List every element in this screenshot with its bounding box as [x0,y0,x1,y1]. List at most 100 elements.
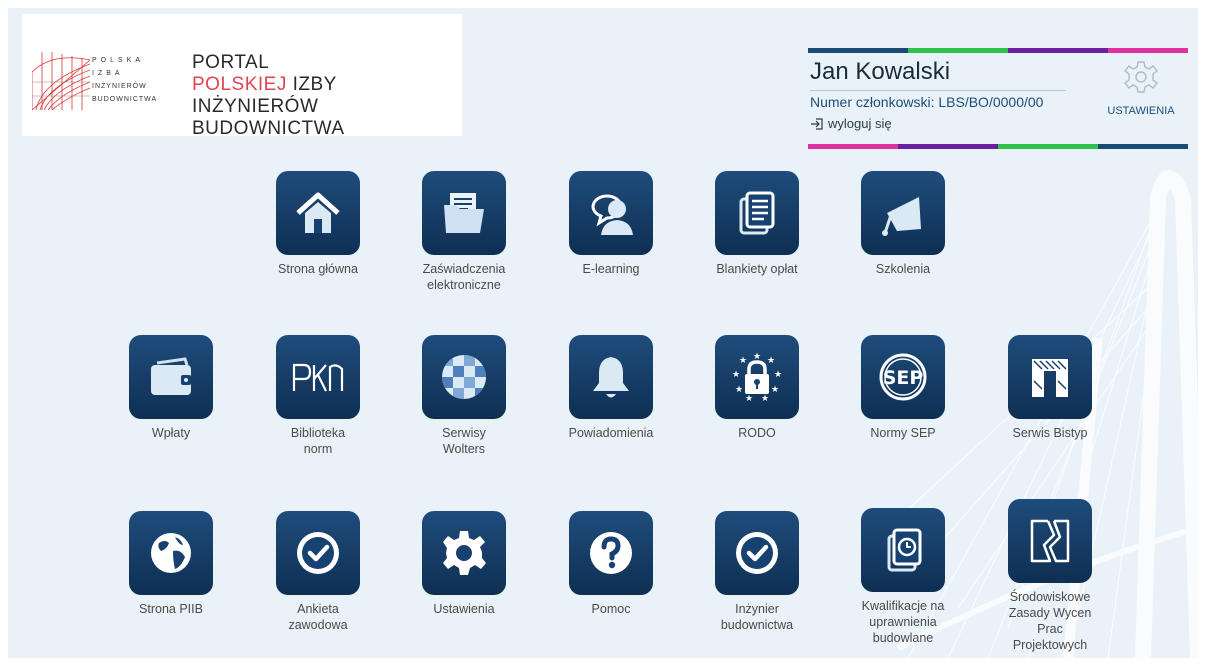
graduation-cap-icon [882,197,921,236]
tile-powiadomienia[interactable]: Powiadomienia [548,335,674,441]
tile-icon-box [715,511,799,595]
logo-small-text: POLSKA IZBA INŻYNIERÓW BUDOWNICTWA [92,54,182,106]
tile-label: RODO [738,426,776,440]
bell-icon [593,357,629,398]
bistyp-logo-icon [1032,359,1068,397]
svg-text:★: ★ [745,394,753,404]
tile-icon-box [276,171,360,255]
user-panel-top-bar [808,48,1188,53]
tile-wplaty[interactable]: Wpłaty [108,335,234,441]
settings-button[interactable]: USTAWIENIA [1094,60,1188,117]
tile-label: Szkolenia [875,262,931,276]
logout-icon [811,117,823,130]
question-icon [590,532,632,574]
user-panel: Jan Kowalski Numer członkowski: LBS/BO/0… [808,48,1188,150]
tile-label: Zaświadczenia elektroniczne [422,262,506,292]
padlock-stars-icon: ★★ ★ ★ ★ ★ ★ ★ ★ [732,352,782,404]
tile-label: Serwisy Wolters [442,426,486,456]
logo-small-line: BUDOWNICTWA [92,96,158,103]
tile-label: Blankiety opłat [716,262,798,276]
tile-normy-sep[interactable]: SEP Normy SEP [840,335,966,441]
logo-small-line: IZBA [92,70,124,77]
settings-label: USTAWIENIA [1107,105,1175,117]
member-number: Numer członkowski: LBS/BO/0000/00 [810,94,1044,110]
tile-icon-box [715,171,799,255]
tile-label: Wpłaty [151,426,191,440]
logout-label: wyloguj się [828,116,892,131]
portal-background: POLSKA IZBA INŻYNIERÓW BUDOWNICTWA PORTA… [8,8,1198,658]
tile-rodo[interactable]: ★ ★ ★ ★ ★ ★ ★ ★ ★ RODO [694,335,820,441]
tile-blankiety-oplat[interactable]: Blankiety opłat [694,171,820,277]
svg-text:★: ★ [774,370,782,380]
tile-label: E-learning [582,262,640,276]
tile-label: Strona główna [278,262,358,276]
home-icon [296,192,340,233]
clock-documents-icon [887,528,922,572]
tile-strona-piib[interactable]: Strona PIIB [108,511,234,617]
logo-small-line: POLSKA [92,57,145,64]
tile-biblioteka-norm[interactable]: Biblioteka norm [255,335,381,457]
pkn-logo-icon [292,363,344,392]
tile-e-learning[interactable]: E-learning [548,171,674,277]
portal-title-line2: POLSKIEJ IZBY INŻYNIERÓW [192,74,462,118]
user-divider [810,90,1066,91]
tile-pomoc[interactable]: Pomoc [548,511,674,617]
tile-kwalifikacje[interactable]: Kwalifikacje na uprawnienia budowlane [840,508,966,646]
logo-panel[interactable]: POLSKA IZBA INŻYNIERÓW BUDOWNICTWA PORTA… [22,14,462,139]
logout-link[interactable]: wyloguj się [810,116,892,131]
documents-icon [739,191,775,235]
portal-title-line1: PORTAL [192,52,270,73]
tile-label: Środowiskowe Zasady Wycen Prac Projektow… [1008,590,1092,652]
tile-label: Powiadomienia [568,426,654,440]
tile-icon-box [276,511,360,595]
svg-text:SEP: SEP [883,367,924,389]
tile-icon-box [422,511,506,595]
broken-frame-icon [1030,519,1070,563]
tile-icon-box [569,511,653,595]
gear-icon [443,531,486,575]
check-circle-icon [736,532,778,574]
tile-icon-box [861,508,945,592]
tile-label: Strona PIIB [139,602,203,616]
tile-label: Serwis Bistyp [1012,426,1088,440]
sep-logo-icon: SEP [879,353,927,401]
svg-text:★: ★ [732,370,740,380]
tile-ankieta-zawodowa[interactable]: Ankieta zawodowa [255,511,381,633]
globe-icon [151,533,191,573]
tile-label: Pomoc [591,602,631,616]
tile-strona-glowna[interactable]: Strona główna [255,171,381,277]
tile-icon-box [1008,335,1092,419]
tile-label: Biblioteka norm [290,426,346,456]
tile-icon-box [1008,499,1092,583]
svg-text:★: ★ [735,385,743,395]
check-circle-icon [297,532,339,574]
user-panel-bottom-bar [808,144,1188,149]
tile-icon-box [129,335,213,419]
wallet-icon [151,357,191,395]
tile-label: Ustawienia [433,602,495,616]
tile-szkolenia[interactable]: Szkolenia [840,171,966,277]
tile-icon-box [861,171,945,255]
tile-icon-box: SEP [861,335,945,419]
logo-small-line: INŻYNIERÓW [92,83,147,90]
svg-text:★: ★ [767,356,775,366]
tile-icon-box [569,171,653,255]
portal-title-line3: BUDOWNICTWA [192,118,345,139]
user-name: Jan Kowalski [810,58,951,85]
tile-label: Kwalifikacje na uprawnienia budowlane [861,599,945,645]
tile-srodowiskowe-zasady[interactable]: Środowiskowe Zasady Wycen Prac Projektow… [987,499,1113,653]
user-chat-icon [591,194,633,235]
tile-inzynier-budownictwa[interactable]: Inżynier budownictwa [694,511,820,633]
tile-serwisy-wolters[interactable]: Serwisy Wolters [401,335,527,457]
tile-serwis-bistyp[interactable]: Serwis Bistyp [987,335,1113,441]
tile-zaswiadczenia[interactable]: Zaświadczenia elektroniczne [401,171,527,293]
tile-ustawienia[interactable]: Ustawienia [401,511,527,617]
svg-text:★: ★ [761,394,769,404]
tile-icon-box [276,335,360,419]
tile-icon-box [422,171,506,255]
wolters-sphere-icon [442,355,486,399]
portal-title: PORTAL POLSKIEJ IZBY INŻYNIERÓW BUDOWNIC… [192,52,462,140]
folder-documents-icon [444,193,484,233]
tile-icon-box [422,335,506,419]
tile-label: Normy SEP [870,426,936,440]
